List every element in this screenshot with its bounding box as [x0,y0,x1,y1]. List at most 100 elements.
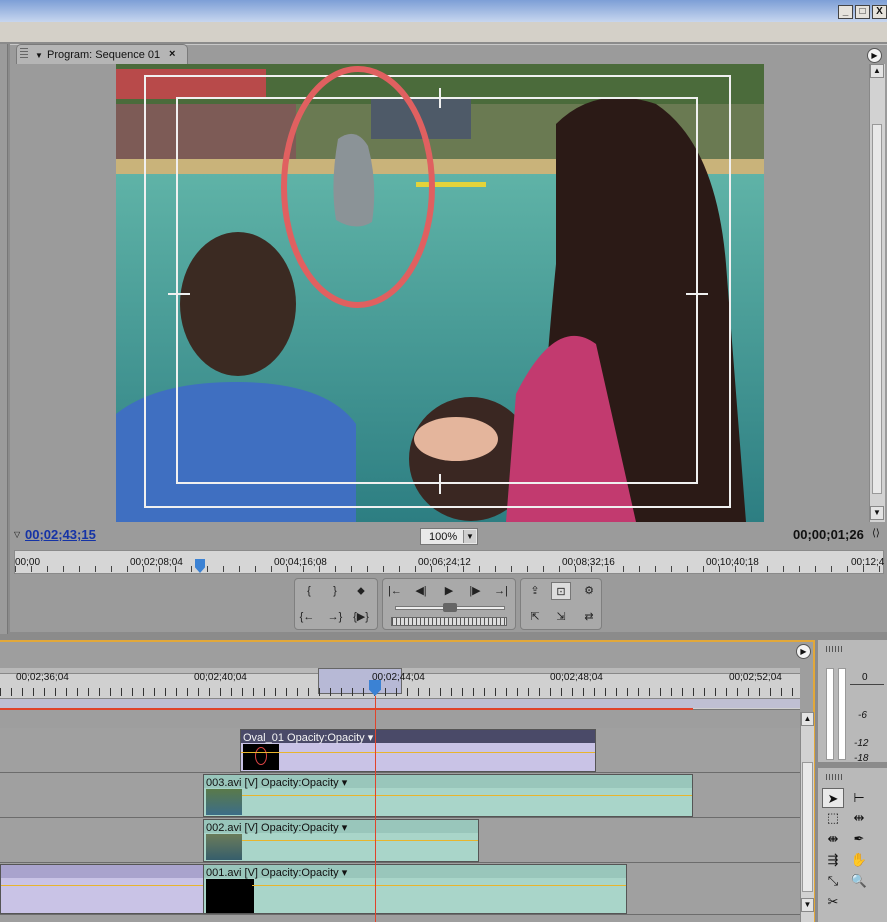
clip-002-avi[interactable]: 002.avi [V] Opacity:Opacity ▾ [203,819,479,862]
output-settings-button[interactable]: ⚙ [579,582,599,600]
clip-oval-01[interactable]: Oval_01 Opacity:Opacity ▾ [240,729,596,772]
previous-edit-button[interactable]: |← [385,582,405,600]
trim-monitor-button[interactable]: ⇄ [579,608,599,626]
rate-stretch-tool-icon[interactable]: ⇼ [822,829,844,849]
marker-controls: { } ⬥ {← →} {▶} [294,578,378,630]
timeline-panel-menu-icon[interactable]: ▶ [796,644,811,659]
razor-tool-icon[interactable]: ✂ [822,892,844,912]
clip-thumbnail [206,789,242,815]
current-timecode[interactable]: 00;02;43;15 [25,527,96,542]
clip-label: 002.avi [V] Opacity:Opacity ▾ [206,822,348,834]
timeline-ruler[interactable]: 00;02;36;04 00;02;40;04 00;02;44;04 00;0… [0,668,800,710]
meter-label: -12 [854,738,869,749]
step-forward-button[interactable]: |▶ [465,582,485,600]
timeline-ruler-ticks [0,688,800,696]
ruler-label: 00;00 [15,557,41,568]
scroll-down-icon[interactable]: ▼ [870,506,884,520]
extract-button[interactable]: ⇲ [551,608,571,626]
clip-thumbnail [206,879,254,913]
timeline-ruler-label: 00;02;36;04 [16,672,69,683]
slip-tool-icon[interactable]: ⇶ [822,850,844,870]
timecode-menu-icon[interactable]: ▽ [14,530,20,539]
scroll-down-icon[interactable]: ▼ [801,898,814,912]
window-title-bar [0,0,887,22]
clip-header [1,865,203,878]
clip-thumbnail [243,744,279,770]
clip-001-avi[interactable]: 001.avi [V] Opacity:Opacity ▾ [203,864,627,914]
timeline-scrollbar[interactable]: ▲ ▼ [800,712,814,922]
opacity-keyline[interactable] [1,885,203,886]
jog-wheel[interactable] [391,617,507,626]
scroll-thumb[interactable] [872,124,882,494]
slide-tool-icon[interactable]: ⤡ [822,871,844,891]
clip-label: 003.avi [V] Opacity:Opacity ▾ [206,777,348,789]
selection-tool-icon[interactable]: ➤ [822,788,844,808]
meter-label: -6 [858,710,867,721]
shuttle-handle[interactable] [443,603,457,612]
clip-003-avi[interactable]: 003.avi [V] Opacity:Opacity ▾ [203,774,693,817]
lift-clip-button[interactable]: ⇱ [525,608,545,626]
ripple-edit-tool-icon[interactable]: ⬚ [822,808,844,828]
panel-menu-arrow-icon[interactable]: ▼ [35,51,43,60]
tools-panel: ➤ ⊢ ⬚ ⇹ ⇼ ✒ ⇶ ✋ ⤡ 🔍 ✂ [818,768,887,922]
video-frame [116,64,764,522]
panel-grip-icon[interactable] [826,774,844,780]
video-track-3: 003.avi [V] Opacity:Opacity ▾ [0,773,800,818]
safe-margins-button[interactable]: ⊡ [551,582,571,600]
tab-title: Program: Sequence 01 [47,49,161,61]
panel-grip-icon[interactable] [826,646,844,652]
ruler-label: 00;06;24;12 [418,557,471,568]
audio-meter-panel: 0 -6 -12 -18 [818,640,887,764]
zoom-level-select[interactable]: 100% ▼ [420,528,478,545]
zoom-tool-icon[interactable]: 🔍 [848,871,870,891]
timeline-ruler-label: 00;02;52;04 [729,672,782,683]
meter-tick [850,684,884,685]
playhead-line [375,696,376,922]
go-to-out-button[interactable]: →} [325,608,345,626]
clip-label: 001.avi [V] Opacity:Opacity ▾ [206,867,348,879]
play-in-to-out-button[interactable]: {▶} [351,608,371,626]
scroll-up-icon[interactable]: ▲ [801,712,814,726]
go-to-in-button[interactable]: {← [297,608,317,626]
scroll-thumb[interactable] [802,762,813,892]
program-time-ruler[interactable]: 00;00 00;02;08;04 00;04;16;08 00;06;24;1… [14,550,884,574]
duration-timecode: 00;00;01;26 [793,527,864,542]
ruler-label: 00;04;16;08 [274,557,327,568]
opacity-keyline[interactable] [241,752,595,753]
close-window-button[interactable]: X [872,5,887,19]
ruler-label: 00;08;32;16 [562,557,615,568]
track-select-tool-icon[interactable]: ⊢ [848,788,870,808]
tab-program-sequence[interactable]: ▼ Program: Sequence 01 × [16,44,188,64]
render-bar [0,698,800,708]
rolling-edit-tool-icon[interactable]: ⇹ [848,808,870,828]
opacity-keyline[interactable] [242,840,478,841]
hand-tool-icon[interactable]: ✋ [848,850,870,870]
opacity-keyline[interactable] [242,795,692,796]
settings-arrows-icon[interactable]: ⟨⟩ [872,528,880,539]
clip-thumbnail [206,834,242,860]
ruler-label: 00;10;40;18 [706,557,759,568]
panel-grip-icon[interactable] [20,48,28,60]
mark-out-button[interactable]: } [325,582,345,600]
play-button[interactable]: ▶ [439,582,459,600]
clip-previous[interactable] [0,864,204,914]
menu-bar [0,22,887,42]
maximize-button[interactable]: □ [855,5,870,19]
panel-menu-icon[interactable]: ▶ [867,48,882,63]
vertical-scrollbar[interactable]: ▲ ▼ [869,64,885,522]
opacity-keyline[interactable] [252,885,626,886]
tab-close-icon[interactable]: × [169,48,175,60]
lift-button[interactable]: ⇪ [525,582,545,600]
left-panel-edge [0,44,8,634]
next-edit-button[interactable]: →| [491,582,511,600]
timeline-ruler-label: 00;02;40;04 [194,672,247,683]
pen-tool-icon[interactable]: ✒ [848,829,870,849]
mark-in-button[interactable]: { [299,582,319,600]
scroll-up-icon[interactable]: ▲ [870,64,884,78]
step-back-button[interactable]: ◀| [411,582,431,600]
chevron-down-icon[interactable]: ▼ [463,530,476,543]
edit-controls: ⇪ ⊡ ⚙ ⇱ ⇲ ⇄ [520,578,602,630]
minimize-button[interactable]: _ [838,5,853,19]
ruler-label: 00;02;08;04 [130,557,183,568]
set-marker-button[interactable]: ⬥ [351,582,371,600]
